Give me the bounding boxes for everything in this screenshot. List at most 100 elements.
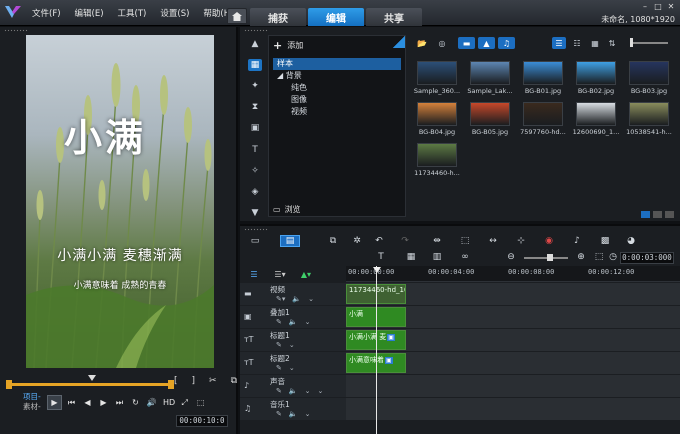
zoom-in-icon[interactable]: ⊕ xyxy=(574,251,588,263)
home-button[interactable] xyxy=(227,8,247,24)
collapse-icon[interactable]: ⌄ xyxy=(308,295,314,303)
storyboard-view-icon[interactable]: ▭ xyxy=(248,235,262,247)
zoom-slider-knob[interactable] xyxy=(547,254,553,261)
filter-icon[interactable]: ✧ xyxy=(248,165,262,177)
collapse-icon[interactable]: ⌄ xyxy=(317,387,323,395)
track-header[interactable]: ♪ 声音 ✎ 🔈 ⌄ ⌄ xyxy=(240,375,346,397)
graphics-icon[interactable]: ▣ xyxy=(248,122,262,134)
fit-timeline-icon[interactable]: ⇹ xyxy=(430,235,444,247)
scroll-up-icon[interactable]: ▲ xyxy=(248,38,262,50)
chapter-icon[interactable]: ▦ xyxy=(404,251,418,263)
mute-icon[interactable]: 🔈 xyxy=(289,410,298,418)
media-thumbnail[interactable]: BG-B04.jpg xyxy=(410,102,464,136)
title-icon[interactable]: T xyxy=(248,144,262,156)
track-lane[interactable] xyxy=(346,398,680,420)
minimize-icon[interactable]: – xyxy=(640,2,650,11)
play-mode-selector[interactable]: 项目- 素材- xyxy=(23,392,41,412)
zoom-slider-track[interactable] xyxy=(524,257,568,259)
motion-track-icon[interactable]: ◕ xyxy=(624,235,638,247)
track-header[interactable]: ♫ 音乐1 ✎ 🔈 ⌄ xyxy=(240,398,346,420)
zoom-out-icon[interactable]: ⊖ xyxy=(504,251,518,263)
mark-in-icon[interactable]: [ xyxy=(174,376,178,386)
mute-icon[interactable]: 🔈 xyxy=(289,318,298,326)
detail-view-icon[interactable]: ☷ xyxy=(570,37,584,49)
transition-icon[interactable]: ⧗ xyxy=(248,101,262,113)
menu-tools[interactable]: 工具(T) xyxy=(118,7,147,19)
tab-share[interactable]: 共享 xyxy=(366,8,422,26)
panel-grip[interactable] xyxy=(244,29,268,32)
media-thumbnail[interactable]: BG-B05.jpg xyxy=(463,102,517,136)
list-view-icon[interactable]: ☰ xyxy=(552,37,566,49)
edit-icon[interactable]: ✎ xyxy=(276,387,282,395)
show-photo-icon[interactable]: ▲ xyxy=(478,37,495,49)
snapshot-icon[interactable]: ⧉ xyxy=(231,376,237,386)
timeline-view-icon[interactable]: ▤ xyxy=(280,235,300,247)
media-icon[interactable]: ▦ xyxy=(248,59,262,72)
tree-item-solid-color[interactable]: 纯色 xyxy=(273,82,401,94)
edit-icon[interactable]: ✎ xyxy=(276,318,282,326)
track-header[interactable]: ᴛT 标题1 ✎ ⌄ xyxy=(240,329,346,351)
tree-item-image[interactable]: 图像 xyxy=(273,94,401,106)
undo-icon[interactable]: ↶ xyxy=(372,235,386,247)
tree-item-samples[interactable]: 样本 xyxy=(273,58,401,70)
panel-grip[interactable] xyxy=(4,29,28,32)
multicam-icon[interactable]: ▩ xyxy=(598,235,612,247)
scroll-down-icon[interactable]: ▼ xyxy=(248,207,262,219)
close-icon[interactable]: ✕ xyxy=(666,2,676,11)
track-header[interactable]: ▣ 叠加1 ✎ 🔈 ⌄ xyxy=(240,306,346,328)
collapse-icon[interactable]: ⌄ xyxy=(305,318,311,326)
timeline-ruler[interactable]: 00:00:00:00 00:00:04:00 00:00:08:00 00:0… xyxy=(346,266,680,282)
collapse-icon[interactable]: ⌄ xyxy=(305,410,311,418)
thumbnail-view-icon[interactable]: ▦ xyxy=(588,37,602,49)
hd-toggle[interactable]: HD xyxy=(163,398,175,407)
timeline-playhead[interactable] xyxy=(376,266,377,434)
copy-icon[interactable]: ⧉ xyxy=(326,235,340,247)
collapse-icon[interactable]: ⌄ xyxy=(289,364,295,372)
redo-icon[interactable]: ↷ xyxy=(398,235,412,247)
menu-settings[interactable]: 设置(S) xyxy=(160,7,189,19)
play-icon[interactable]: ▶ xyxy=(47,395,62,410)
media-thumbnail[interactable]: BG-B02.jpg xyxy=(569,61,623,95)
player-timecode[interactable]: 00:00:10:0 xyxy=(176,415,228,427)
audio-mixer-icon[interactable]: ♪ xyxy=(570,235,584,247)
media-thumbnail[interactable]: Sample_Lak... xyxy=(463,61,517,95)
media-thumbnail[interactable]: Sample_360... xyxy=(410,61,464,95)
ripple-icon[interactable]: ↔ xyxy=(486,235,500,247)
repeat-icon[interactable]: ↻ xyxy=(129,396,142,409)
crop-frame-icon[interactable]: ⬚ xyxy=(458,235,472,247)
edit-icon[interactable]: ✎ xyxy=(276,364,282,372)
maximize-icon[interactable]: □ xyxy=(653,2,663,11)
sort-icon[interactable]: ⇅ xyxy=(606,37,618,49)
library-option-icon[interactable] xyxy=(641,211,650,218)
magic-tools-icon[interactable]: ✲ xyxy=(350,235,364,247)
tree-item-video[interactable]: 视频 xyxy=(273,106,401,118)
track-manager-icon[interactable]: ⊹ xyxy=(514,235,528,247)
crop-icon[interactable]: ⬚ xyxy=(194,396,207,409)
show-video-icon[interactable]: ▬ xyxy=(458,37,475,49)
duration-icon[interactable]: ◷ xyxy=(606,251,620,263)
instant-project-icon[interactable]: ✦ xyxy=(248,80,262,92)
trim-start-handle[interactable] xyxy=(6,380,12,389)
edit-icon[interactable]: ✎▾ xyxy=(276,295,285,303)
edit-icon[interactable]: ✎ xyxy=(276,341,282,349)
menu-edit[interactable]: 编辑(E) xyxy=(75,7,104,19)
loop-icon[interactable]: ∞ xyxy=(458,251,472,263)
mute-icon[interactable]: 🔈 xyxy=(289,387,298,395)
mark-out-icon[interactable]: ] xyxy=(192,376,196,386)
add-folder-button[interactable]: + 添加 xyxy=(273,39,303,52)
title-safe-icon[interactable]: T xyxy=(374,251,388,263)
track-lane[interactable]: 小满 xyxy=(346,306,680,328)
add-track-icon[interactable]: ▲▾ xyxy=(300,270,312,279)
media-thumbnail[interactable]: 12600690_1... xyxy=(569,102,623,136)
tab-capture[interactable]: 捕获 xyxy=(250,8,306,26)
menu-file[interactable]: 文件(F) xyxy=(32,7,61,19)
show-all-tracks-icon[interactable]: ☰ xyxy=(248,270,260,279)
mode-clip[interactable]: 素材- xyxy=(23,402,41,412)
color-grading-icon[interactable]: ◉ xyxy=(542,235,556,247)
library-option-icon[interactable] xyxy=(653,211,662,218)
thumbnail-size-slider[interactable] xyxy=(630,37,670,49)
split-icon[interactable]: ✂ xyxy=(209,376,217,386)
collapse-icon[interactable]: ⌄ xyxy=(289,341,295,349)
browse-button[interactable]: ▭ 浏览 xyxy=(273,204,301,215)
track-lane[interactable] xyxy=(346,375,680,397)
